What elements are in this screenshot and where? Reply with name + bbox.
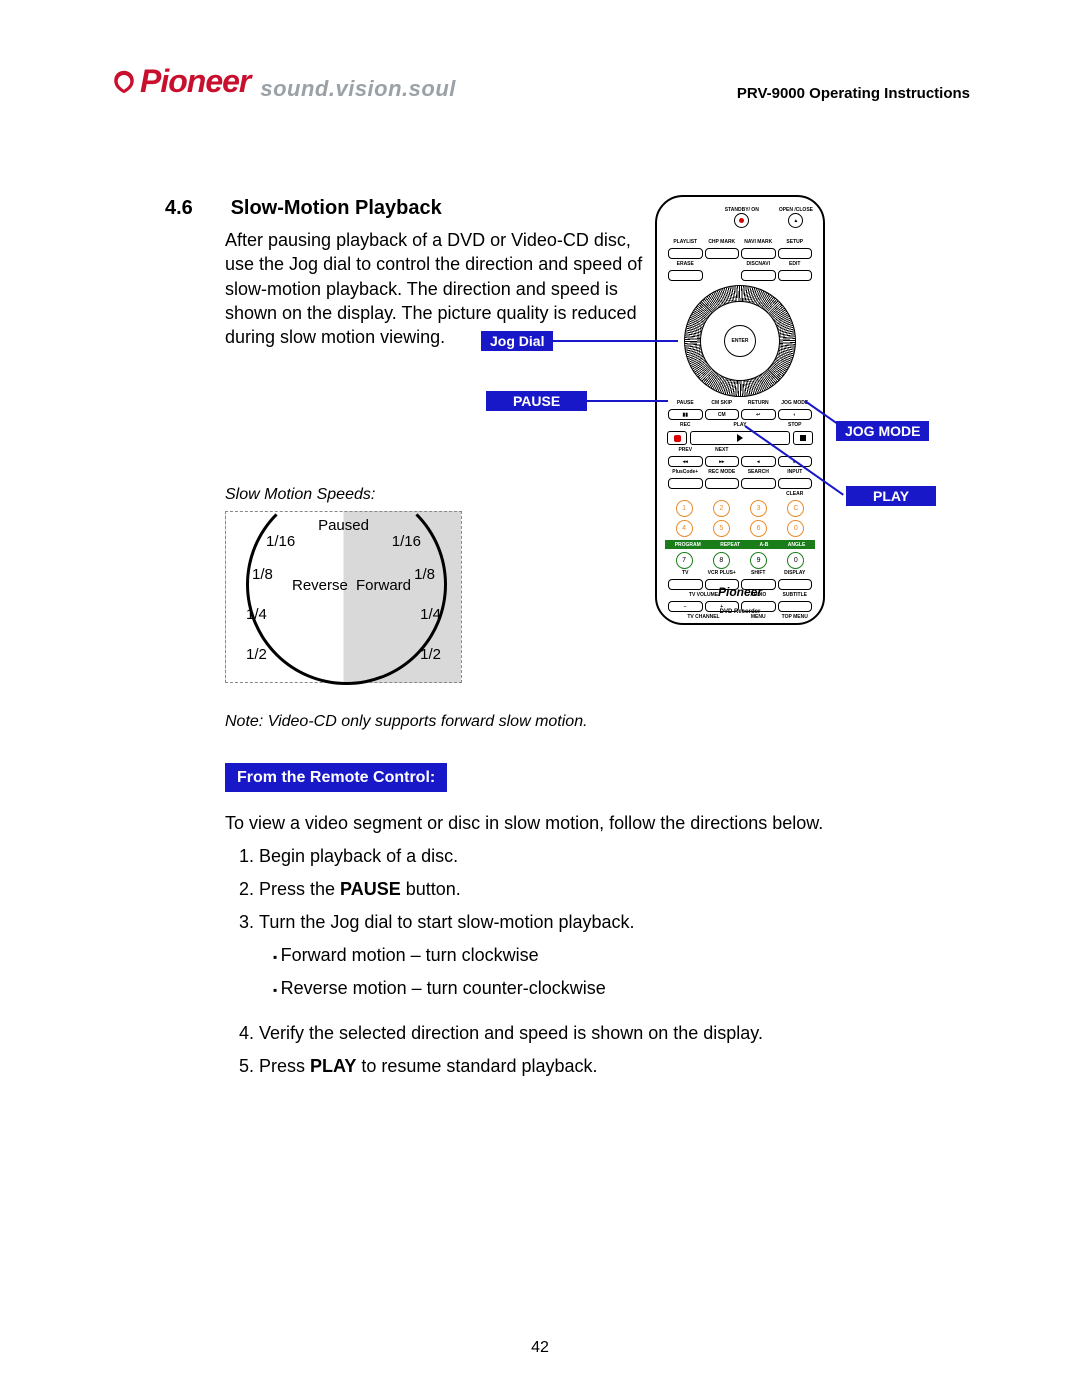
speed-l-3: 1/2 bbox=[246, 645, 267, 665]
document-title: PRV-9000 Operating Instructions bbox=[737, 85, 970, 102]
section-title: Slow-Motion Playback bbox=[231, 197, 442, 219]
jog-dial-icon: ENTER bbox=[684, 285, 796, 397]
from-remote-heading: From the Remote Control: bbox=[225, 763, 447, 793]
remote-brand: Pioneer bbox=[657, 585, 823, 599]
step-3: Turn the Jog dial to start slow-motion p… bbox=[259, 909, 970, 1002]
rec-button bbox=[667, 431, 687, 445]
play-button bbox=[690, 431, 790, 445]
speed-r-1: 1/8 bbox=[414, 565, 435, 585]
speed-dial-diagram: Paused Reverse Forward 1/16 1/8 1/4 1/2 … bbox=[225, 511, 462, 683]
enter-button: ENTER bbox=[724, 325, 756, 357]
section-number: 4.6 bbox=[165, 197, 225, 220]
callout-jog-mode: JOG MODE bbox=[835, 420, 930, 442]
tuning-fork-icon bbox=[110, 67, 138, 95]
page-header: Pioneer sound.vision.soul PRV-9000 Opera… bbox=[110, 55, 970, 102]
speed-r-2: 1/4 bbox=[420, 605, 441, 625]
intro-paragraph: After pausing playback of a DVD or Video… bbox=[225, 228, 645, 349]
instructions: To view a video segment or disc in slow … bbox=[225, 810, 970, 1080]
logo-block: Pioneer sound.vision.soul bbox=[110, 63, 456, 103]
remote-subtitle: DVD Recorder bbox=[657, 609, 823, 615]
callout-line bbox=[573, 400, 668, 402]
remote-illustration: STANDBY/ ON OPEN /CLOSE ▲ PLAYLIST CHP M… bbox=[655, 195, 995, 625]
dial-reverse: Reverse bbox=[292, 576, 348, 596]
dial-top: Paused bbox=[318, 516, 369, 536]
page-number: 42 bbox=[0, 1339, 1080, 1357]
manual-page: Pioneer sound.vision.soul PRV-9000 Opera… bbox=[0, 0, 1080, 1397]
dial-forward: Forward bbox=[356, 576, 411, 596]
speed-l-2: 1/4 bbox=[246, 605, 267, 625]
brand-logo: Pioneer bbox=[110, 63, 250, 100]
video-cd-note: Note: Video-CD only supports forward slo… bbox=[225, 711, 970, 733]
speed-r-3: 1/2 bbox=[420, 645, 441, 665]
step-5: Press PLAY to resume standard playback. bbox=[259, 1053, 970, 1080]
tagline: sound.vision.soul bbox=[260, 76, 456, 102]
stop-button bbox=[793, 431, 813, 445]
step-1: Begin playback of a disc. bbox=[259, 843, 970, 870]
step-4: Verify the selected direction and speed … bbox=[259, 1020, 970, 1047]
speed-l-0: 1/16 bbox=[266, 532, 295, 552]
instructions-lead: To view a video segment or disc in slow … bbox=[225, 810, 970, 837]
remote-body: STANDBY/ ON OPEN /CLOSE ▲ PLAYLIST CHP M… bbox=[655, 195, 825, 625]
step-2: Press the PAUSE button. bbox=[259, 876, 970, 903]
speed-l-1: 1/8 bbox=[252, 565, 273, 585]
callout-play: PLAY bbox=[845, 485, 937, 507]
step-3b: Reverse motion – turn counter-clockwise bbox=[273, 975, 970, 1002]
brand-name: Pioneer bbox=[140, 63, 250, 100]
speed-r-0: 1/16 bbox=[392, 532, 421, 552]
callout-jog-dial: Jog Dial bbox=[480, 330, 554, 352]
step-3a: Forward motion – turn clockwise bbox=[273, 942, 970, 969]
callout-line bbox=[548, 340, 678, 342]
